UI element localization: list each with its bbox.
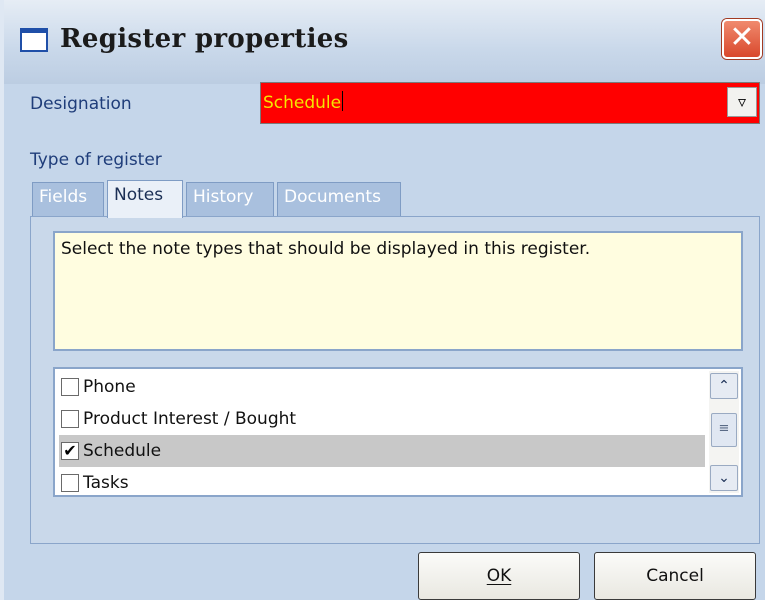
list-item-phone[interactable]: Phone: [59, 371, 705, 403]
cancel-button[interactable]: Cancel: [594, 552, 756, 600]
type-of-register-label: Type of register: [30, 150, 162, 170]
list-item-label: Product Interest / Bought: [83, 409, 297, 429]
designation-field[interactable]: Schedule ▿: [260, 82, 760, 124]
window-icon: [20, 28, 48, 52]
title-bar[interactable]: Register properties ✕: [4, 0, 765, 84]
tab-documents[interactable]: Documents: [277, 182, 401, 216]
list-item-label: Schedule: [83, 441, 162, 461]
notes-tab-panel: Select the note types that should be dis…: [30, 216, 760, 544]
list-scrollbar[interactable]: ⌃ ≡ ⌄: [709, 371, 739, 493]
register-properties-dialog: Register properties ✕ Designation Schedu…: [0, 0, 765, 600]
list-item-label: Phone: [83, 377, 136, 397]
window-title: Register properties: [60, 24, 349, 54]
product-interest-checkbox[interactable]: [61, 410, 79, 428]
note-types-list[interactable]: Phone Product Interest / Bought ✔ Schedu…: [53, 367, 743, 497]
schedule-checkbox[interactable]: ✔: [61, 442, 79, 460]
designation-value: Schedule: [263, 91, 344, 113]
phone-checkbox[interactable]: [61, 378, 79, 396]
tab-notes[interactable]: Notes: [107, 180, 183, 218]
list-item-product-interest[interactable]: Product Interest / Bought: [59, 403, 705, 435]
scroll-thumb[interactable]: ≡: [711, 413, 737, 447]
notes-description: Select the note types that should be dis…: [53, 231, 743, 351]
ok-label: OK: [486, 566, 512, 586]
list-item-schedule[interactable]: ✔ Schedule: [59, 435, 705, 467]
ok-button[interactable]: OK: [418, 552, 580, 600]
tab-history[interactable]: History: [186, 182, 274, 216]
tasks-checkbox[interactable]: [61, 474, 79, 492]
designation-label: Designation: [30, 94, 132, 114]
tab-fields[interactable]: Fields: [32, 182, 104, 216]
close-icon[interactable]: ✕: [722, 19, 762, 59]
scroll-down-icon[interactable]: ⌄: [710, 465, 738, 491]
scroll-up-icon[interactable]: ⌃: [710, 373, 738, 399]
designation-dropdown-button[interactable]: ▿: [727, 87, 757, 117]
list-item-label: Tasks: [83, 473, 129, 493]
list-item-tasks[interactable]: Tasks: [59, 467, 705, 499]
